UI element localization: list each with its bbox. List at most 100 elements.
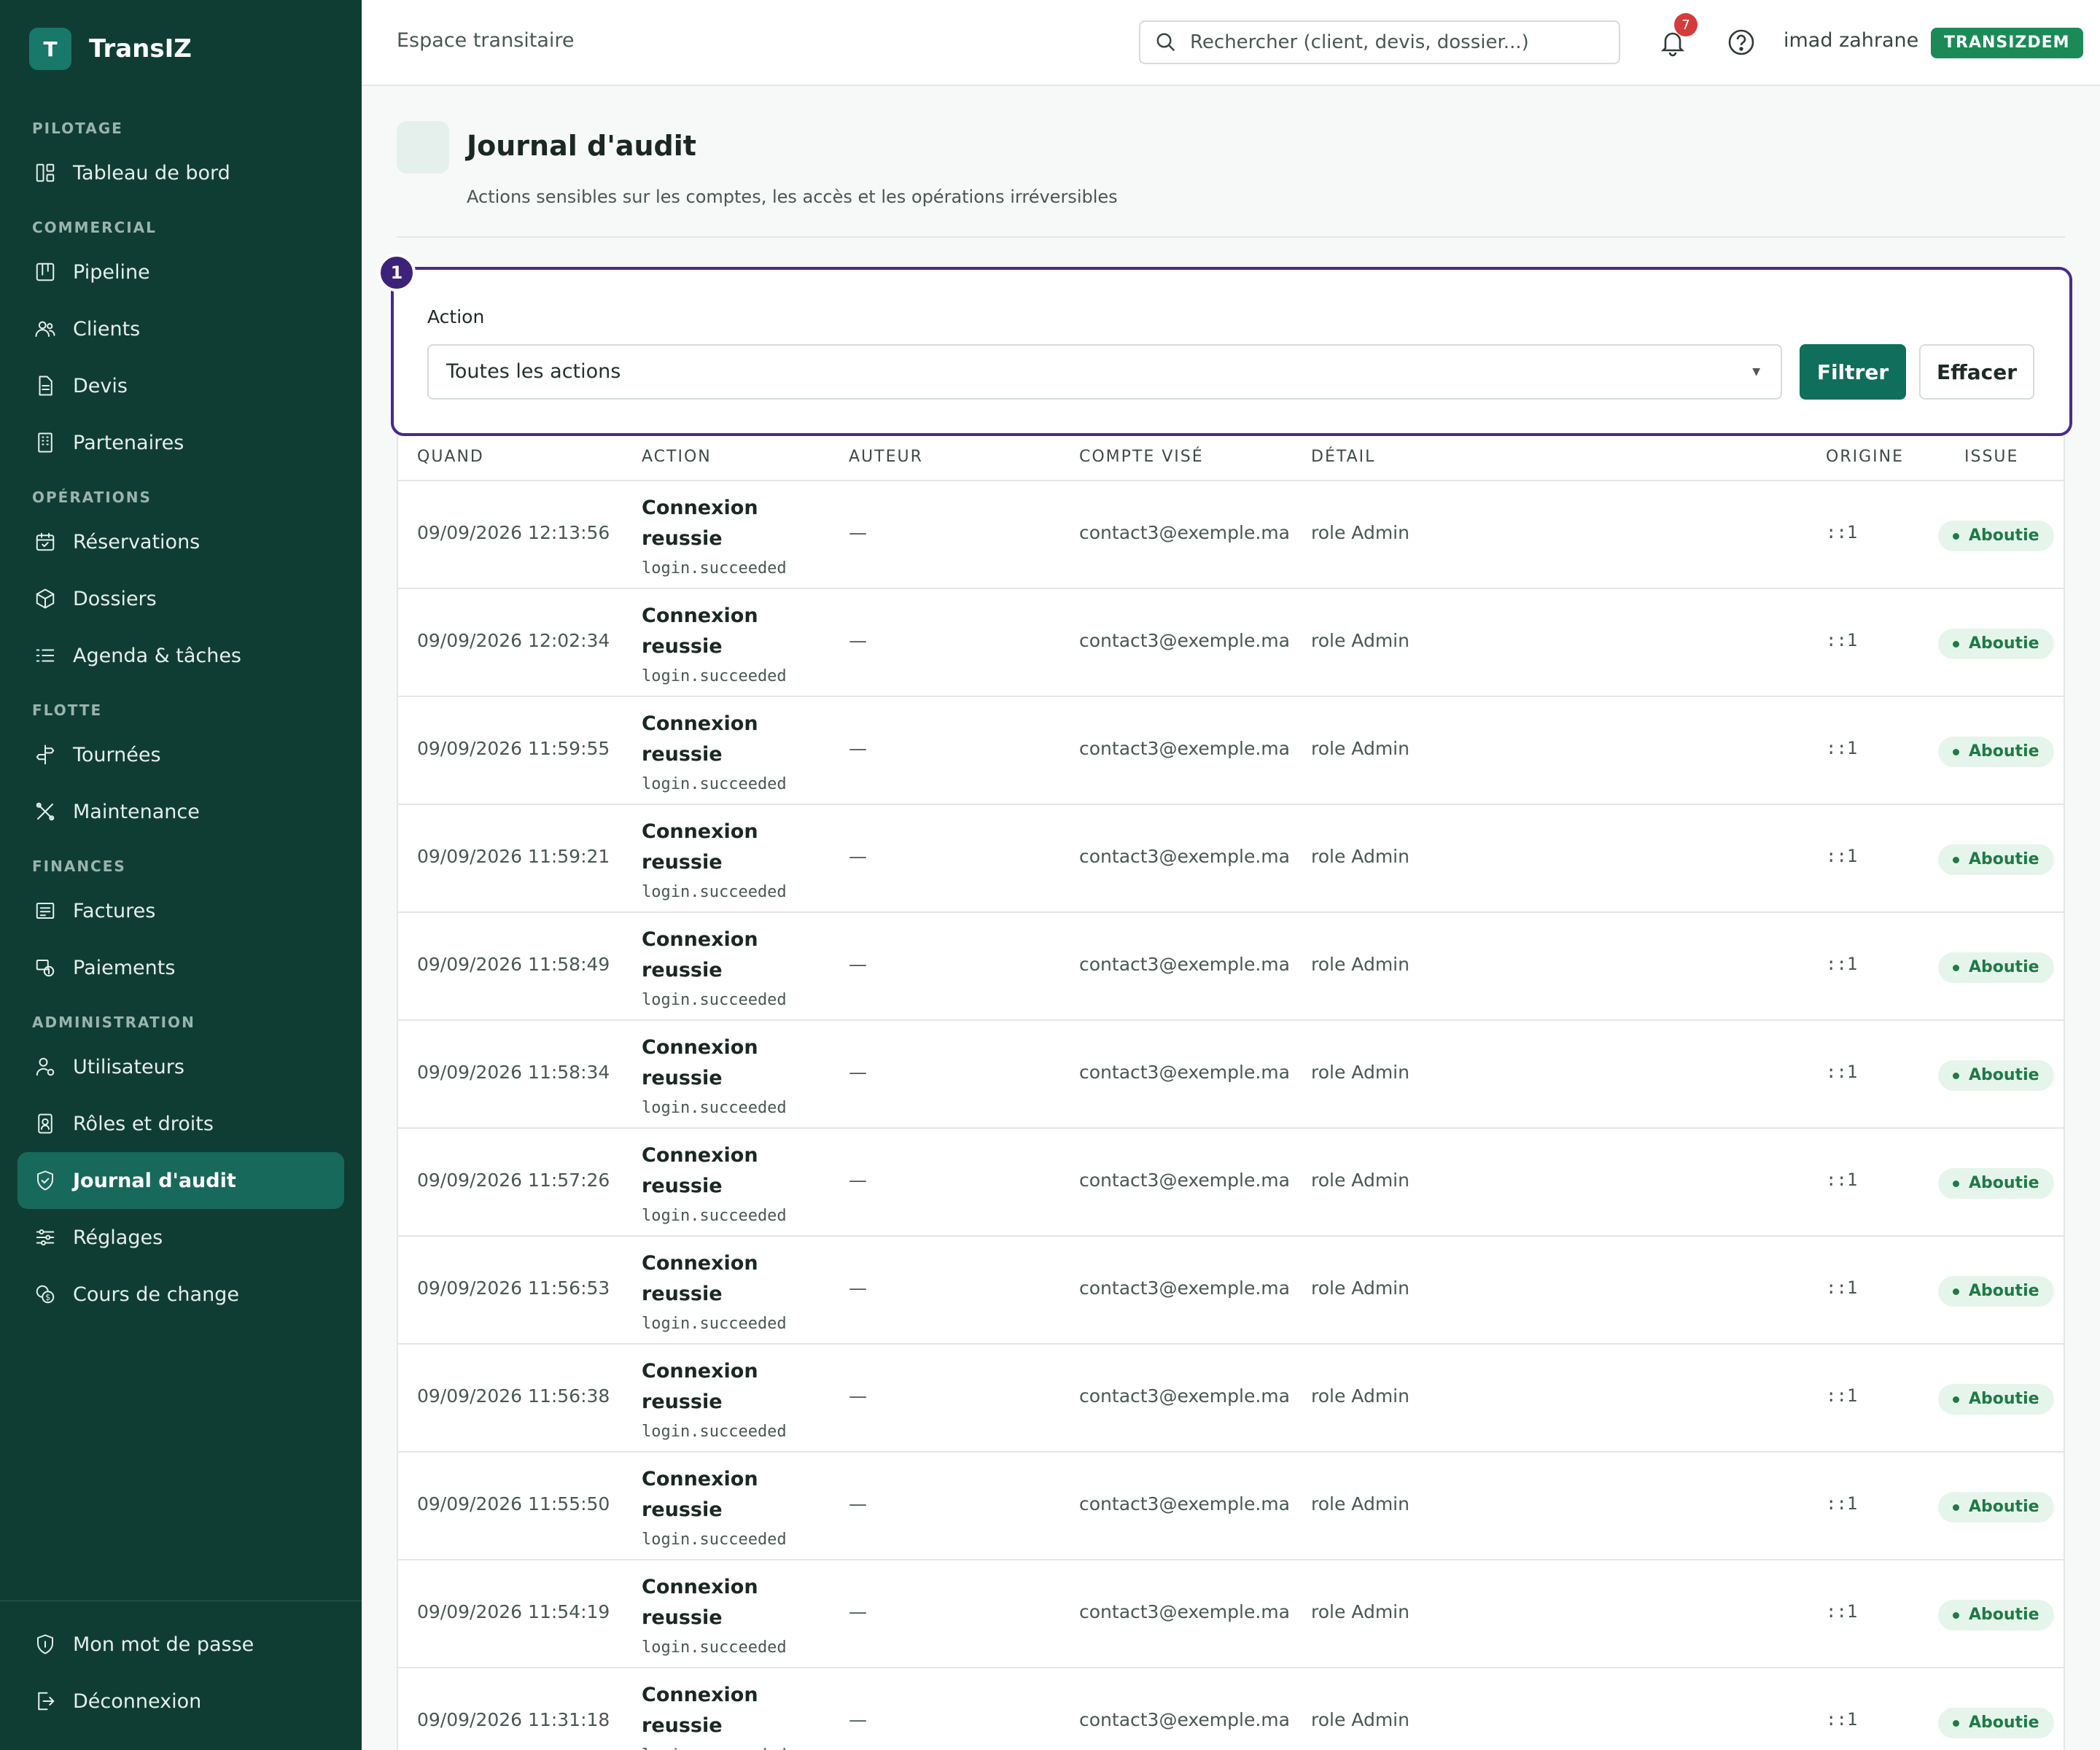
table-row[interactable]: 09/09/2026 11:56:38 Connexion reussie login… xyxy=(398,1345,2064,1452)
cell-detail: role Admin xyxy=(1311,1170,1409,1191)
table-row[interactable]: 09/09/2026 11:56:53 Connexion reussie login… xyxy=(398,1237,2064,1345)
users-icon xyxy=(34,317,57,341)
table-row[interactable]: 09/09/2026 12:02:34 Connexion reussie login… xyxy=(398,589,2064,697)
cell-author: — xyxy=(849,522,867,543)
brand-name: TransIZ xyxy=(89,34,192,63)
sidebar-item-label: Devis xyxy=(73,374,128,397)
action-code: login.succeeded xyxy=(642,559,787,578)
table-row[interactable]: 09/09/2026 11:58:34 Connexion reussie login… xyxy=(398,1021,2064,1129)
action-filter-select[interactable]: Toutes les actions ▼ xyxy=(427,344,1782,400)
sidebar-item-reservations[interactable]: Réservations xyxy=(18,513,344,570)
sidebar-item-pipeline[interactable]: Pipeline xyxy=(18,244,344,300)
topbar: Espace transitaire 7 imad zahrane TRANSI… xyxy=(362,0,2100,86)
status-badge: Aboutie xyxy=(1938,1060,2054,1091)
sidebar-item-journal-d-audit[interactable]: Journal d'audit xyxy=(18,1152,344,1209)
cell-when: 09/09/2026 11:57:26 xyxy=(417,1170,610,1191)
status-badge: Aboutie xyxy=(1938,1276,2054,1307)
cell-action: Connexion reussie login.succeeded xyxy=(642,1032,809,1123)
column-header-status: ISSUE xyxy=(1964,448,2019,466)
user-menu[interactable]: imad zahrane xyxy=(1784,29,1918,52)
sidebar-item-clients[interactable]: Clients xyxy=(18,300,344,357)
sidebar-item-partenaires[interactable]: Partenaires xyxy=(18,414,344,471)
cell-detail: role Admin xyxy=(1311,630,1409,651)
cell-target-account: contact3@exemple.ma xyxy=(1079,1601,1290,1622)
sidebar-item-devis[interactable]: Devis xyxy=(18,357,344,414)
cell-detail: role Admin xyxy=(1311,1062,1409,1083)
action-label: Connexion xyxy=(642,928,758,951)
action-code: login.succeeded xyxy=(642,1099,787,1117)
sidebar-item-cours-de-change[interactable]: $ Cours de change xyxy=(18,1266,344,1323)
cell-origin: ::1 xyxy=(1826,522,1858,542)
cell-target-account: contact3@exemple.ma xyxy=(1079,1709,1290,1730)
signpost-icon xyxy=(34,743,57,766)
cell-action: Connexion reussie login.succeeded xyxy=(642,1356,809,1447)
sidebar-item-tableau-de-bord[interactable]: Tableau de bord xyxy=(18,144,344,201)
breadcrumb[interactable]: Espace transitaire xyxy=(397,29,575,52)
status-badge: Aboutie xyxy=(1938,736,2054,767)
cell-target-account: contact3@exemple.ma xyxy=(1079,738,1290,759)
cell-action: Connexion reussie login.succeeded xyxy=(642,1140,809,1231)
cell-action: Connexion reussie login.succeeded xyxy=(642,1248,809,1339)
table-row[interactable]: 09/09/2026 11:54:19 Connexion reussie login… xyxy=(398,1560,2064,1668)
action-code: login.succeeded xyxy=(642,1531,787,1549)
shield-check-icon xyxy=(34,1169,57,1192)
building-icon xyxy=(34,431,57,454)
search-box[interactable] xyxy=(1139,20,1620,64)
clear-button[interactable]: Effacer xyxy=(1919,344,2034,400)
action-label-line2: reussie xyxy=(642,1067,723,1089)
help-icon xyxy=(1728,29,1754,55)
action-label-line2: reussie xyxy=(642,527,723,550)
sidebar-section-administration: ADMINISTRATION xyxy=(32,1014,195,1031)
cell-author: — xyxy=(849,1601,867,1622)
table-row[interactable]: 09/09/2026 11:59:55 Connexion reussie login… xyxy=(398,697,2064,805)
tenant-badge: TRANSIZDEM xyxy=(1931,28,2083,58)
sidebar-nav: PILOTAGE Tableau de bord COMMERCIAL Pipelin… xyxy=(18,102,344,1323)
search-input[interactable] xyxy=(1190,31,1613,53)
sidebar-item-agenda-taches[interactable]: Agenda & tâches xyxy=(18,627,344,684)
table-row[interactable]: 09/09/2026 11:57:26 Connexion reussie login… xyxy=(398,1129,2064,1237)
dashboard-icon xyxy=(34,161,57,184)
cell-action: Connexion reussie login.succeeded xyxy=(642,493,809,583)
user-settings-icon xyxy=(34,1055,57,1078)
action-code: login.succeeded xyxy=(642,667,787,685)
box-icon xyxy=(34,587,57,610)
action-label: Connexion xyxy=(642,1252,758,1275)
sidebar-item-paiements[interactable]: Paiements xyxy=(18,939,344,996)
cell-origin: ::1 xyxy=(1826,1601,1858,1622)
table-row[interactable]: 09/09/2026 11:59:21 Connexion reussie login… xyxy=(398,805,2064,913)
sidebar-item-maintenance[interactable]: Maintenance xyxy=(18,783,344,840)
action-code: login.succeeded xyxy=(642,991,787,1009)
page-icon xyxy=(397,121,449,174)
sidebar-item-mon-mot-de-passe[interactable]: Mon mot de passe xyxy=(18,1616,344,1673)
sidebar-item-reglages[interactable]: Réglages xyxy=(18,1209,344,1266)
sidebar-item-roles-et-droits[interactable]: Rôles et droits xyxy=(18,1095,344,1152)
list-icon xyxy=(34,644,57,667)
table-row[interactable]: 09/09/2026 11:58:49 Connexion reussie login… xyxy=(398,913,2064,1021)
sidebar-item-utilisateurs[interactable]: Utilisateurs xyxy=(18,1038,344,1095)
sidebar-section-operations: OPÉRATIONS xyxy=(32,489,152,506)
table-row[interactable]: 09/09/2026 11:55:50 Connexion reussie login… xyxy=(398,1452,2064,1560)
sidebar-item-label: Réservations xyxy=(73,530,201,553)
column-header-action: ACTION xyxy=(642,448,712,466)
action-code: login.succeeded xyxy=(642,1423,787,1441)
cell-detail: role Admin xyxy=(1311,1278,1409,1299)
brand[interactable]: T TransIZ xyxy=(29,28,192,70)
cell-origin: ::1 xyxy=(1826,738,1858,758)
cell-author: — xyxy=(849,738,867,759)
table-row[interactable]: 09/09/2026 11:31:18 Connexion reussie login… xyxy=(398,1668,2064,1750)
table-row[interactable]: 09/09/2026 12:13:56 Connexion reussie login… xyxy=(398,481,2064,589)
sidebar-item-label: Agenda & tâches xyxy=(73,644,242,667)
action-code: login.succeeded xyxy=(642,775,787,793)
cell-origin: ::1 xyxy=(1826,1385,1858,1406)
cell-author: — xyxy=(849,954,867,975)
page-subtitle: Actions sensibles sur les comptes, les a… xyxy=(467,187,1118,207)
sidebar-item-factures[interactable]: Factures xyxy=(18,882,344,939)
action-filter-label: Action xyxy=(427,306,485,327)
sidebar-item-deconnexion[interactable]: Déconnexion xyxy=(18,1673,344,1730)
sidebar-item-dossiers[interactable]: Dossiers xyxy=(18,570,344,627)
filter-button[interactable]: Filtrer xyxy=(1800,344,1906,400)
help-button[interactable] xyxy=(1721,22,1762,63)
sidebar-item-label: Rôles et droits xyxy=(73,1112,214,1135)
cell-when: 09/09/2026 11:31:18 xyxy=(417,1709,610,1730)
sidebar-item-tournees[interactable]: Tournées xyxy=(18,726,344,783)
